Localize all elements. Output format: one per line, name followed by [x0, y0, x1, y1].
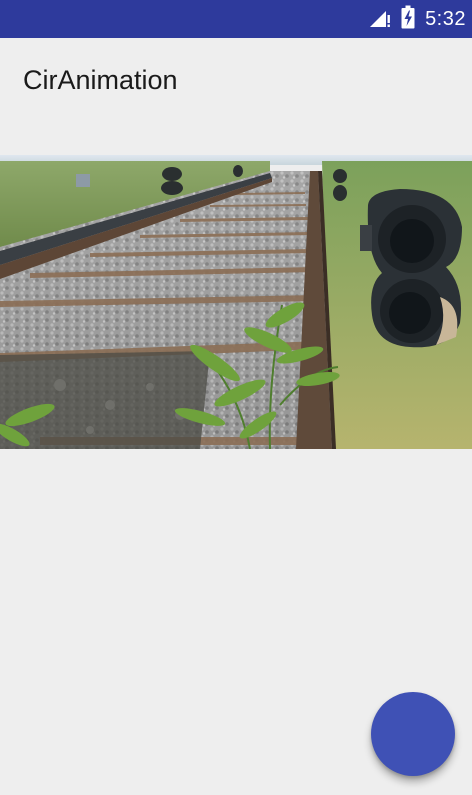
signal-no-data-icon — [369, 6, 391, 33]
app-title: CirAnimation — [23, 65, 178, 95]
status-time: 5:32 — [425, 7, 466, 30]
app-bar: CirAnimation — [0, 38, 472, 124]
status-icons: 5:32 — [369, 0, 466, 38]
floating-action-button[interactable] — [371, 692, 455, 776]
railway-track-photo — [0, 155, 472, 449]
status-bar: 5:32 — [0, 0, 472, 38]
battery-charging-icon — [401, 5, 415, 34]
